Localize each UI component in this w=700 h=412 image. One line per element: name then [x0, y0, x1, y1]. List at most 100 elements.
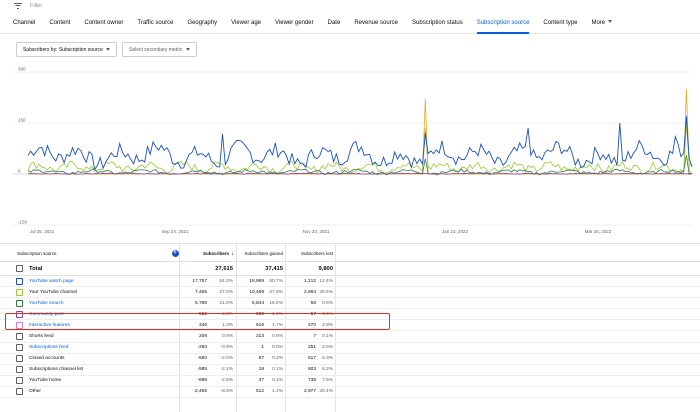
table-header: Subscription source + Subscribers ↓ Subs… [0, 243, 700, 262]
filter-icon [14, 2, 22, 9]
lost-value: 7 [313, 334, 316, 340]
row-checkbox[interactable] [16, 299, 23, 307]
row-checkbox[interactable] [16, 366, 23, 374]
tab-subscription-source[interactable]: Subscription source [470, 12, 537, 34]
lost-percent: 7.5% [322, 378, 333, 384]
lost-value: 735 [307, 378, 316, 384]
y-tick-label: 300 [18, 67, 26, 72]
tab-label: Viewer age [231, 19, 262, 26]
add-column-button[interactable]: + [170, 244, 180, 263]
tab-date[interactable]: Date [321, 12, 348, 34]
tab-label: Subscription source [476, 19, 530, 26]
total-subscribers: 27,615 [215, 265, 233, 272]
primary-metric-dropdown[interactable]: Subscribers by: Subscription source [16, 42, 117, 57]
tab-geography[interactable]: Geography [180, 12, 224, 34]
row-checkbox[interactable] [16, 333, 23, 341]
source-label[interactable]: YouTube watch page [29, 276, 179, 286]
plus-icon: + [171, 250, 179, 257]
lost-value: 1,212 [303, 278, 316, 284]
subscribers-value: -585 [197, 367, 207, 373]
tab-label: Viewer gender [275, 19, 314, 26]
tab-label: Channel [13, 19, 36, 26]
x-tick-label: Jul 25, 2021 [30, 229, 55, 234]
subscribers-percent: -8.9% [220, 389, 233, 395]
header-subscribers-label: Subscribers [202, 251, 229, 256]
tab-revenue-source[interactable]: Revenue source [347, 12, 405, 34]
subscribers-value: 7,465 [194, 289, 207, 295]
subscribers-percent: -2.1% [220, 367, 233, 373]
tab-traffic-source[interactable]: Traffic source [130, 12, 180, 34]
source-label[interactable]: Subscriptions feed [29, 343, 179, 353]
gained-value: 5,844 [251, 300, 264, 306]
filter-bar[interactable]: Filter [0, 0, 700, 11]
tab-label: More [591, 19, 606, 26]
y-tick-label: -150 [18, 220, 28, 225]
secondary-metric-dropdown[interactable]: Select secondary metric [122, 42, 197, 57]
table-row: Subscriptions feed -250 -0.9% 1 0.0% 251 2.6% [0, 343, 700, 354]
row-checkbox[interactable] [16, 277, 23, 285]
header-source[interactable]: Subscription source [17, 244, 167, 263]
subscribers-value: -550 [197, 356, 207, 362]
subscribers-percent: -2.0% [220, 356, 233, 362]
gained-value: 67 [258, 356, 264, 362]
lost-value: 603 [307, 367, 316, 373]
row-checkbox[interactable] [16, 288, 23, 296]
tab-more[interactable]: More [584, 12, 619, 34]
table-row: Your YouTube channel 7,465 27.0% 10,459 27.9… [0, 287, 700, 299]
tab-subscription-status[interactable]: Subscription status [405, 12, 470, 34]
tab-content-owner[interactable]: Content owner [77, 12, 130, 34]
gained-percent: 15.6% [269, 300, 283, 306]
tab-viewer-age[interactable]: Viewer age [224, 12, 268, 34]
x-tick-label: Sep 24, 2021 [162, 229, 189, 234]
gained-percent: 0.2% [272, 356, 283, 362]
lost-value: 58 [310, 300, 316, 306]
subscribers-percent: 64.3% [219, 278, 233, 284]
total-checkbox[interactable] [16, 265, 23, 272]
header-lost[interactable]: Subscribers lost [290, 244, 333, 263]
tab-content[interactable]: Content [42, 12, 77, 34]
gained-value: 213 [255, 334, 264, 340]
sort-down-icon: ↓ [231, 250, 234, 257]
gained-percent: 0.1% [272, 378, 283, 384]
header-gained[interactable]: Subscribers gained [240, 244, 283, 263]
tab-label: Revenue source [354, 19, 399, 26]
table-row: Closed accounts -550 -2.0% 67 0.2% 617 6.3% [0, 354, 700, 365]
dimension-tabs: Channel Content Content owner Traffic sourc… [0, 12, 700, 34]
subscribers-value: 5,786 [194, 300, 207, 306]
row-checkbox[interactable] [16, 355, 23, 363]
subscribers-percent: 27.0% [219, 289, 233, 295]
caret-down-icon [186, 48, 190, 51]
gained-percent: 0.6% [272, 334, 283, 340]
row-checkbox[interactable] [16, 388, 23, 396]
lost-percent: 0.1% [322, 334, 333, 340]
source-label: Subscriptions channel list [29, 367, 84, 373]
tab-content-type[interactable]: Content type [536, 12, 584, 34]
checkbox-cell [16, 287, 23, 297]
source-label[interactable]: YouTube search [29, 298, 179, 308]
gained-value: 10,459 [249, 289, 264, 295]
y-tick-label: 150 [18, 118, 26, 123]
gained-percent: 50.7% [269, 278, 283, 284]
table-row: Other -2,465 -8.9% 512 1.4% 2,977 30.4% [0, 387, 700, 399]
subscribers-value: -2,465 [193, 389, 207, 395]
subscribers-value: -250 [197, 345, 207, 351]
series-line [27, 155, 693, 176]
gained-percent: 27.9% [269, 289, 283, 295]
gained-value: 18,969 [249, 278, 264, 284]
row-checkbox[interactable] [16, 344, 23, 352]
total-gained: 37,415 [265, 265, 283, 272]
tab-channel[interactable]: Channel [0, 12, 42, 34]
filter-input[interactable]: Filter [30, 3, 42, 9]
lost-percent: 30.4% [319, 389, 333, 395]
header-subscribers[interactable]: Subscribers ↓ [181, 244, 234, 263]
series-line [27, 116, 693, 171]
y-tick-label: 0 [18, 169, 21, 174]
table-body: YouTube watch page 17,757 64.3% 18,969 50.7%… [0, 276, 700, 399]
gained-value: 512 [255, 389, 264, 395]
row-checkbox[interactable] [16, 377, 23, 385]
tab-viewer-gender[interactable]: Viewer gender [268, 12, 321, 34]
line-chart[interactable]: 300 150 0 -150 Jul 25, 2021 Sep 24, 2021 Nov 2… [0, 60, 700, 240]
secondary-metric-label: Select secondary metric [129, 46, 183, 53]
caret-down-icon [608, 20, 613, 24]
highlight-box [5, 313, 390, 330]
